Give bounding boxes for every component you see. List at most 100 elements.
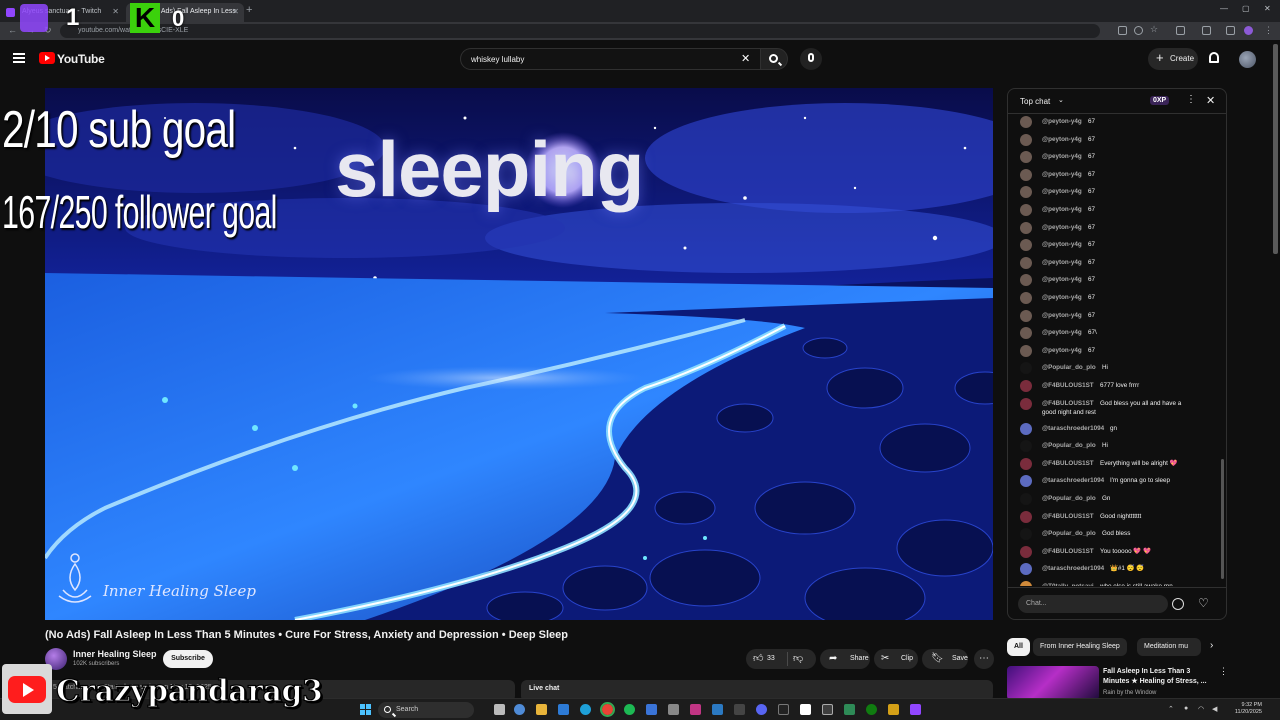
- clip-button[interactable]: ✂ Clip: [874, 649, 918, 669]
- tab-twitch[interactable]: Alyeus sanctuary - Twitch ✕: [0, 3, 124, 22]
- app-icon-pink[interactable]: [690, 704, 701, 715]
- chat-author-avatar[interactable]: [1020, 292, 1032, 304]
- taskbar-search[interactable]: Search: [378, 702, 474, 718]
- close-window-icon[interactable]: ✕: [1264, 4, 1271, 13]
- chat-author[interactable]: @peyton-y4g: [1042, 135, 1082, 144]
- chat-message-list[interactable]: @peyton-y4g 67 @peyton-y4g 67 @peyton-y4g 67 @…: [1008, 114, 1218, 586]
- chat-author[interactable]: @peyton-y4g: [1042, 328, 1082, 337]
- spotify-icon[interactable]: [624, 704, 635, 715]
- chat-scrollbar[interactable]: [1221, 119, 1224, 585]
- chat-author[interactable]: @Popular_do_plo: [1042, 363, 1096, 372]
- chat-author[interactable]: @taraschroeder1094: [1042, 424, 1104, 433]
- chrome-icon[interactable]: [600, 702, 615, 717]
- chevron-right-icon[interactable]: ›: [1210, 640, 1213, 651]
- file-explorer-icon[interactable]: [536, 704, 547, 715]
- chat-author[interactable]: @F4BULOUS1ST: [1042, 399, 1094, 408]
- chat-author[interactable]: @peyton-y4g: [1042, 346, 1082, 355]
- voice-search-button[interactable]: [800, 48, 822, 70]
- chat-author[interactable]: @peyton-y4g: [1042, 187, 1082, 196]
- youtube-logo-text[interactable]: YouTube: [57, 52, 105, 66]
- tray-volume-icon[interactable]: ◀: [1212, 705, 1217, 713]
- chat-author-avatar[interactable]: [1020, 239, 1032, 252]
- chevron-down-icon[interactable]: ⌄: [1058, 96, 1064, 104]
- notifications-bell-icon[interactable]: [1209, 52, 1219, 63]
- chat-author[interactable]: @taraschroeder1094: [1042, 476, 1104, 485]
- app-icon-blue[interactable]: [646, 704, 657, 715]
- profile-icon[interactable]: [1244, 26, 1253, 35]
- chat-author[interactable]: @peyton-y4g: [1042, 152, 1082, 161]
- new-tab-button[interactable]: +: [246, 4, 252, 16]
- chat-author[interactable]: @peyton-y4g: [1042, 117, 1082, 126]
- chat-author[interactable]: @peyton-y4g: [1042, 223, 1082, 232]
- address-bar[interactable]: youtube.com/watch?v=5bsCIE-XLE: [60, 24, 1100, 38]
- chat-options-icon[interactable]: ⋮: [1186, 94, 1196, 105]
- search-input[interactable]: whiskey lullaby: [460, 48, 760, 70]
- chat-scroll-thumb[interactable]: [1221, 459, 1224, 579]
- chat-author[interactable]: @peyton-y4g: [1042, 275, 1082, 284]
- save-button[interactable]: 🔖︎ Save: [922, 649, 968, 669]
- chat-author-avatar[interactable]: [1020, 309, 1032, 322]
- heart-icon[interactable]: ♡: [1198, 596, 1209, 610]
- task-view-icon[interactable]: [494, 704, 505, 715]
- tab-close-icon[interactable]: ✕: [232, 7, 239, 16]
- zoom-icon[interactable]: [1134, 26, 1143, 35]
- chat-mode-selector[interactable]: Top chat: [1020, 97, 1050, 106]
- chat-author[interactable]: @T0tally_notsavi: [1042, 582, 1094, 586]
- tray-clock[interactable]: 9:32 PM 11/20/2025: [1228, 702, 1262, 716]
- xbox-icon[interactable]: [866, 704, 877, 715]
- chip-meditation[interactable]: Meditation mu: [1137, 638, 1201, 656]
- chat-author-avatar[interactable]: [1020, 475, 1032, 488]
- extensions-icon[interactable]: [1176, 26, 1185, 35]
- chat-author[interactable]: @F4BULOUS1ST: [1042, 512, 1094, 521]
- youtube-logo-icon[interactable]: [39, 52, 55, 64]
- chat-author-avatar[interactable]: [1020, 116, 1032, 128]
- chat-author-avatar[interactable]: [1020, 397, 1032, 410]
- close-chat-icon[interactable]: ✕: [1206, 94, 1215, 107]
- related-video-title[interactable]: Fall Asleep In Less Than 3 Minutes ★ Hea…: [1103, 667, 1213, 687]
- chat-author-avatar[interactable]: [1020, 563, 1032, 576]
- app-icon-terminal[interactable]: [778, 704, 789, 715]
- app-icon-gray[interactable]: [668, 704, 679, 715]
- tray-wifi-icon[interactable]: ◠: [1198, 705, 1204, 713]
- downloads-icon[interactable]: [1226, 26, 1235, 35]
- minimize-icon[interactable]: —: [1220, 4, 1228, 13]
- chip-from-channel[interactable]: From Inner Healing Sleep: [1033, 638, 1127, 656]
- chat-author-avatar[interactable]: [1020, 440, 1032, 453]
- chat-author-avatar[interactable]: [1020, 510, 1032, 523]
- more-actions-button[interactable]: ⋯: [974, 649, 994, 669]
- chat-author-avatar[interactable]: [1020, 528, 1032, 541]
- emoji-icon[interactable]: [1172, 598, 1184, 610]
- chat-author-avatar[interactable]: [1020, 457, 1032, 470]
- chat-author[interactable]: @Popular_do_plo: [1042, 494, 1096, 503]
- chat-author[interactable]: @peyton-y4g: [1042, 293, 1082, 302]
- search-button[interactable]: [760, 48, 788, 70]
- edge-icon[interactable]: [580, 704, 591, 715]
- app-icon-green[interactable]: [844, 704, 855, 715]
- channel-name[interactable]: Inner Healing Sleep: [73, 649, 157, 659]
- chat-author-avatar[interactable]: [1020, 133, 1032, 146]
- chat-author[interactable]: @F4BULOUS1ST: [1042, 381, 1094, 390]
- app-icon-window[interactable]: [822, 704, 833, 715]
- store-icon[interactable]: [558, 704, 569, 715]
- app-icon-k[interactable]: [800, 704, 811, 715]
- chat-author-avatar[interactable]: [1020, 327, 1032, 340]
- app-icon-vs[interactable]: [712, 704, 723, 715]
- chat-author-avatar[interactable]: [1020, 256, 1032, 269]
- chat-author-avatar[interactable]: [1020, 344, 1032, 357]
- related-video-channel[interactable]: Rain by the Window: [1103, 690, 1156, 696]
- chat-author-avatar[interactable]: [1020, 362, 1032, 375]
- chat-author-avatar[interactable]: [1020, 422, 1032, 435]
- tab-search-icon[interactable]: [1202, 26, 1211, 35]
- clear-search-icon[interactable]: ✕: [741, 52, 750, 65]
- account-avatar[interactable]: [1239, 51, 1256, 68]
- chat-author[interactable]: @peyton-y4g: [1042, 205, 1082, 214]
- install-icon[interactable]: [1118, 26, 1127, 35]
- tray-chevron-icon[interactable]: ⌃: [1168, 705, 1174, 713]
- related-video-options-icon[interactable]: ⋮: [1219, 666, 1228, 677]
- tab-close-icon[interactable]: ✕: [112, 7, 119, 16]
- chat-author[interactable]: @taraschroeder1094: [1042, 564, 1104, 573]
- back-icon[interactable]: ←: [8, 25, 17, 35]
- twitch-app-icon[interactable]: [910, 704, 921, 715]
- chat-author[interactable]: @Popular_do_plo: [1042, 529, 1096, 538]
- chat-author-avatar[interactable]: [1020, 581, 1032, 586]
